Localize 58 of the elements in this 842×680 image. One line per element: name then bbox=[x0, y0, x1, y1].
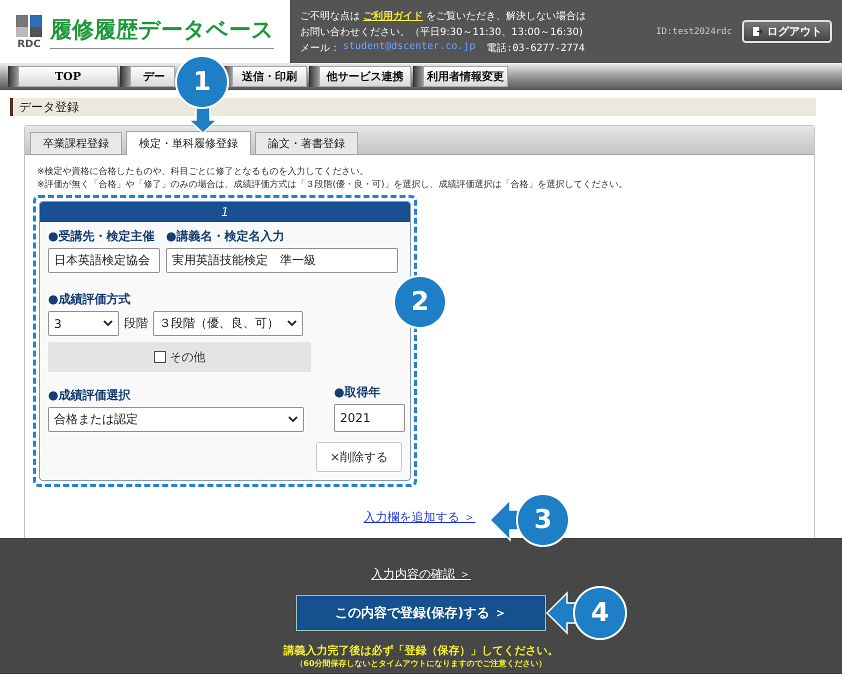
logo-caption: RDC bbox=[17, 39, 41, 50]
field-label: ●成績評価方式 bbox=[48, 291, 132, 308]
select-field[interactable]: ３段階（優、良、可） bbox=[153, 311, 303, 336]
delete-button[interactable]: ×削除する bbox=[316, 442, 402, 472]
tab[interactable]: 検定・単科履修登録 bbox=[126, 131, 251, 155]
tab[interactable]: 卒業課程登録 bbox=[30, 132, 122, 154]
select-field[interactable]: 3 bbox=[48, 311, 119, 336]
warning-text: 講義入力完了後は必ず「登録（保存）」してください。 bbox=[284, 643, 558, 658]
logout-icon bbox=[752, 26, 763, 37]
logo-icon bbox=[14, 13, 44, 39]
nav-tab[interactable]: デー bbox=[130, 66, 175, 87]
chevron-icon bbox=[287, 320, 297, 327]
input-field[interactable]: 実用英語技能検定 準一級 bbox=[166, 248, 398, 273]
info-text: ご不明な点は bbox=[300, 10, 360, 22]
chevron-icon bbox=[103, 320, 113, 327]
add-field-link[interactable]: 入力欄を追加する ＞ bbox=[364, 509, 476, 526]
chevron-icon bbox=[288, 416, 298, 423]
callout-badge: 2 bbox=[393, 275, 447, 329]
nav-tab[interactable]: TOP bbox=[18, 66, 118, 87]
confirm-link[interactable]: 入力内容の確認 ＞ bbox=[371, 566, 471, 583]
nav-link[interactable]: 利用者情報変更 bbox=[427, 69, 504, 84]
nav-link[interactable]: TOP bbox=[54, 70, 82, 83]
note-text: ※検定や資格に合格したものや、科目ごとに修了となるものを入力してください。 bbox=[37, 166, 370, 178]
nav-tab[interactable]: 送信・印刷 bbox=[232, 66, 307, 87]
tab[interactable]: 論文・著書登録 bbox=[255, 132, 358, 154]
section-title: データ登録 bbox=[19, 98, 79, 116]
entry-number: 1 bbox=[40, 202, 410, 222]
field-label: ●講義名・検定名入力 bbox=[166, 228, 286, 245]
nav-link[interactable]: 送信・印刷 bbox=[242, 69, 297, 84]
info-text: をご覧いただき、解決しない場合は bbox=[426, 10, 586, 22]
checkbox[interactable] bbox=[154, 351, 166, 363]
select-field[interactable]: 合格または認定 bbox=[48, 407, 304, 432]
nav-tab-marker bbox=[309, 66, 319, 87]
note-text: ※評価が無く「合格」や「修了」のみの場合は、成績評価方式は「３段階(優・良・可)」を選択し、成績評価選択は「合格」を選択してください。 bbox=[37, 178, 629, 191]
nav-tab-marker bbox=[120, 66, 130, 87]
nav-link[interactable]: デー bbox=[143, 69, 165, 84]
field-label: ●成績評価選択 bbox=[48, 387, 132, 404]
logout-button[interactable]: ログアウト bbox=[742, 20, 832, 43]
nav-tab[interactable]: 他サービス連携 bbox=[319, 66, 411, 87]
notice-text: （60分間保存しないとタイムアウトになりますのでご注意ください） bbox=[295, 658, 547, 669]
field-label: ●取得年 bbox=[334, 384, 382, 401]
callout-badge: 3 bbox=[516, 493, 570, 547]
field-label: ●受講先・検定主催 bbox=[48, 228, 156, 245]
nav-tab-marker bbox=[413, 66, 423, 87]
nav-tab-marker bbox=[8, 66, 18, 87]
nav-link[interactable]: 他サービス連携 bbox=[326, 69, 404, 84]
save-button[interactable]: この内容で登録(保存)する ＞ bbox=[296, 595, 546, 631]
input-field[interactable]: 2021 bbox=[334, 404, 405, 432]
info-text: お問い合わせください。（平日9:30～11:30、13:00～16:30) bbox=[300, 26, 583, 38]
unit-label: 段階 bbox=[124, 315, 148, 332]
checkbox-label: その他 bbox=[170, 348, 206, 366]
input-field[interactable]: 日本英語検定協会 bbox=[48, 248, 160, 273]
user-id: ID:test2024rdc bbox=[656, 26, 732, 36]
nav-tab[interactable]: 利用者情報変更 bbox=[423, 66, 508, 87]
phone-text: 電話:03-6277-2774 bbox=[486, 42, 585, 54]
guide-link[interactable]: ご利用ガイド bbox=[363, 8, 423, 22]
site-title: 履修履歴データベース bbox=[50, 14, 274, 48]
mail-label: メール： bbox=[300, 42, 340, 54]
